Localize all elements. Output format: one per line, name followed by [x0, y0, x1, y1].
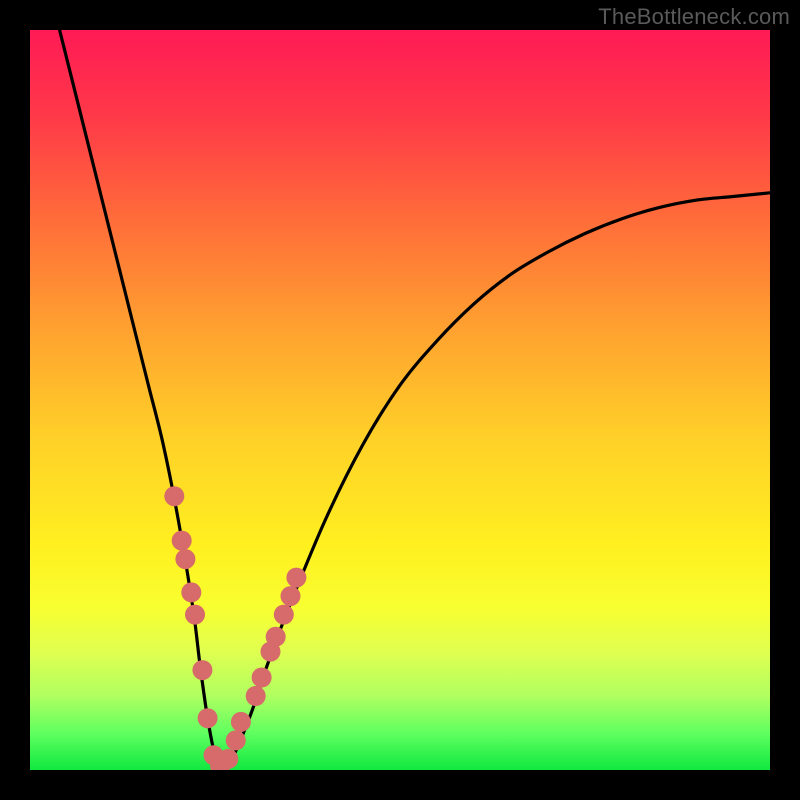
highlight-marker [231, 712, 251, 732]
watermark-text: TheBottleneck.com [598, 4, 790, 30]
chart-frame: TheBottleneck.com [0, 0, 800, 800]
highlight-marker [164, 486, 184, 506]
highlight-marker [181, 582, 201, 602]
highlight-marker [218, 749, 238, 769]
highlight-marker [175, 549, 195, 569]
plot-area [30, 30, 770, 770]
highlight-marker [266, 627, 286, 647]
highlight-marker [226, 730, 246, 750]
highlight-marker [274, 605, 294, 625]
highlight-marker-group [164, 486, 306, 770]
highlight-marker [185, 605, 205, 625]
highlight-marker [286, 568, 306, 588]
bottleneck-curve-line [60, 30, 770, 770]
highlight-marker [246, 686, 266, 706]
highlight-marker [198, 708, 218, 728]
highlight-marker [192, 660, 212, 680]
highlight-marker [172, 531, 192, 551]
chart-svg [30, 30, 770, 770]
highlight-marker [280, 586, 300, 606]
highlight-marker [252, 668, 272, 688]
